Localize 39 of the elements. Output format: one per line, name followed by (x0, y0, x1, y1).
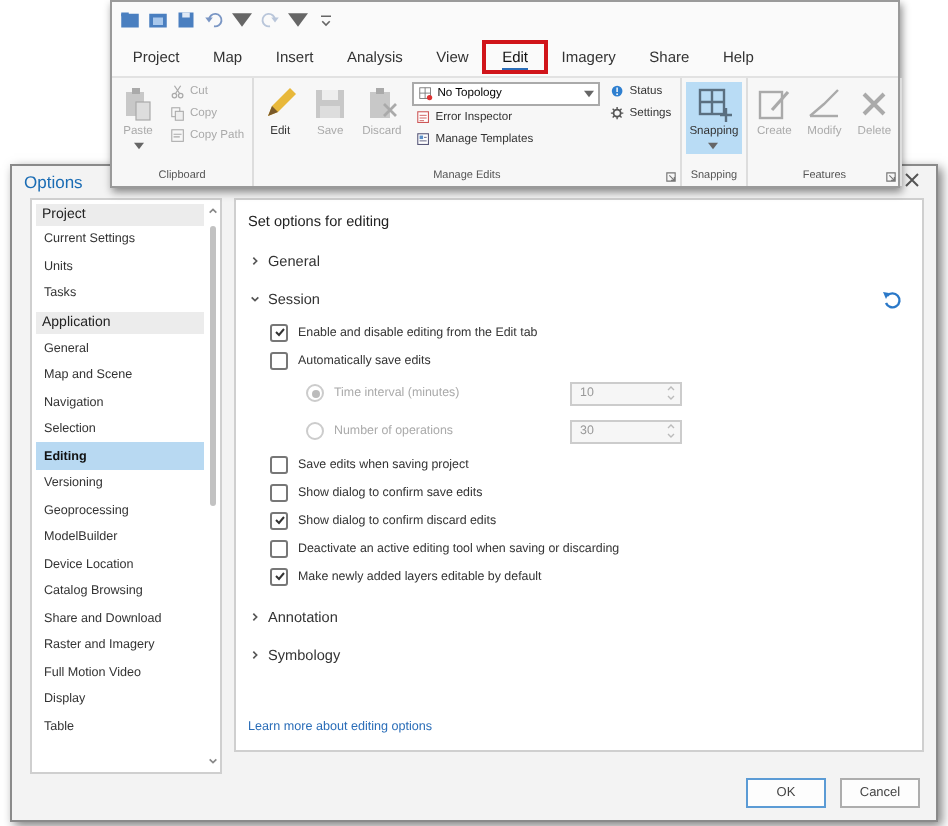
checkbox[interactable] (270, 323, 288, 341)
undo-icon[interactable] (204, 10, 224, 30)
copy-icon (170, 106, 186, 122)
reset-icon[interactable] (882, 289, 902, 309)
checkbox[interactable] (270, 539, 288, 557)
caret-icon (288, 10, 308, 30)
checkbox[interactable] (270, 455, 288, 473)
grid-icon (417, 86, 434, 102)
checkbox[interactable] (270, 483, 288, 501)
checkbox[interactable] (270, 567, 288, 585)
chevron-icon (250, 612, 260, 622)
gear-icon (609, 106, 626, 122)
chevron-icon (250, 294, 260, 304)
save-icon (312, 86, 349, 122)
launcher-icon[interactable] (665, 172, 676, 182)
document-icon (170, 128, 186, 144)
template-icon (415, 132, 432, 148)
checkbox[interactable] (270, 511, 288, 529)
checkbox[interactable] (270, 351, 288, 369)
scroll-down-icon[interactable] (208, 756, 218, 766)
caret-icon (708, 142, 719, 150)
launcher-icon[interactable] (886, 172, 897, 182)
caret-icon (232, 10, 252, 30)
scroll-up-icon[interactable] (208, 206, 218, 216)
grid-plus-icon (695, 86, 732, 122)
scissors-icon (170, 84, 186, 100)
line-icon (806, 86, 843, 122)
caret-icon (133, 142, 143, 150)
close-icon[interactable] (904, 172, 920, 188)
customize-icon[interactable] (316, 10, 336, 30)
chevron-icon (250, 256, 260, 266)
document-pencil-icon (756, 86, 793, 122)
chevron-icon (250, 650, 260, 660)
caret-icon (583, 90, 594, 98)
info-icon (609, 84, 626, 100)
pencil-icon (262, 86, 299, 122)
dialog-title: Options (24, 171, 83, 191)
list-icon (415, 110, 432, 126)
clipboard-icon (120, 86, 156, 122)
